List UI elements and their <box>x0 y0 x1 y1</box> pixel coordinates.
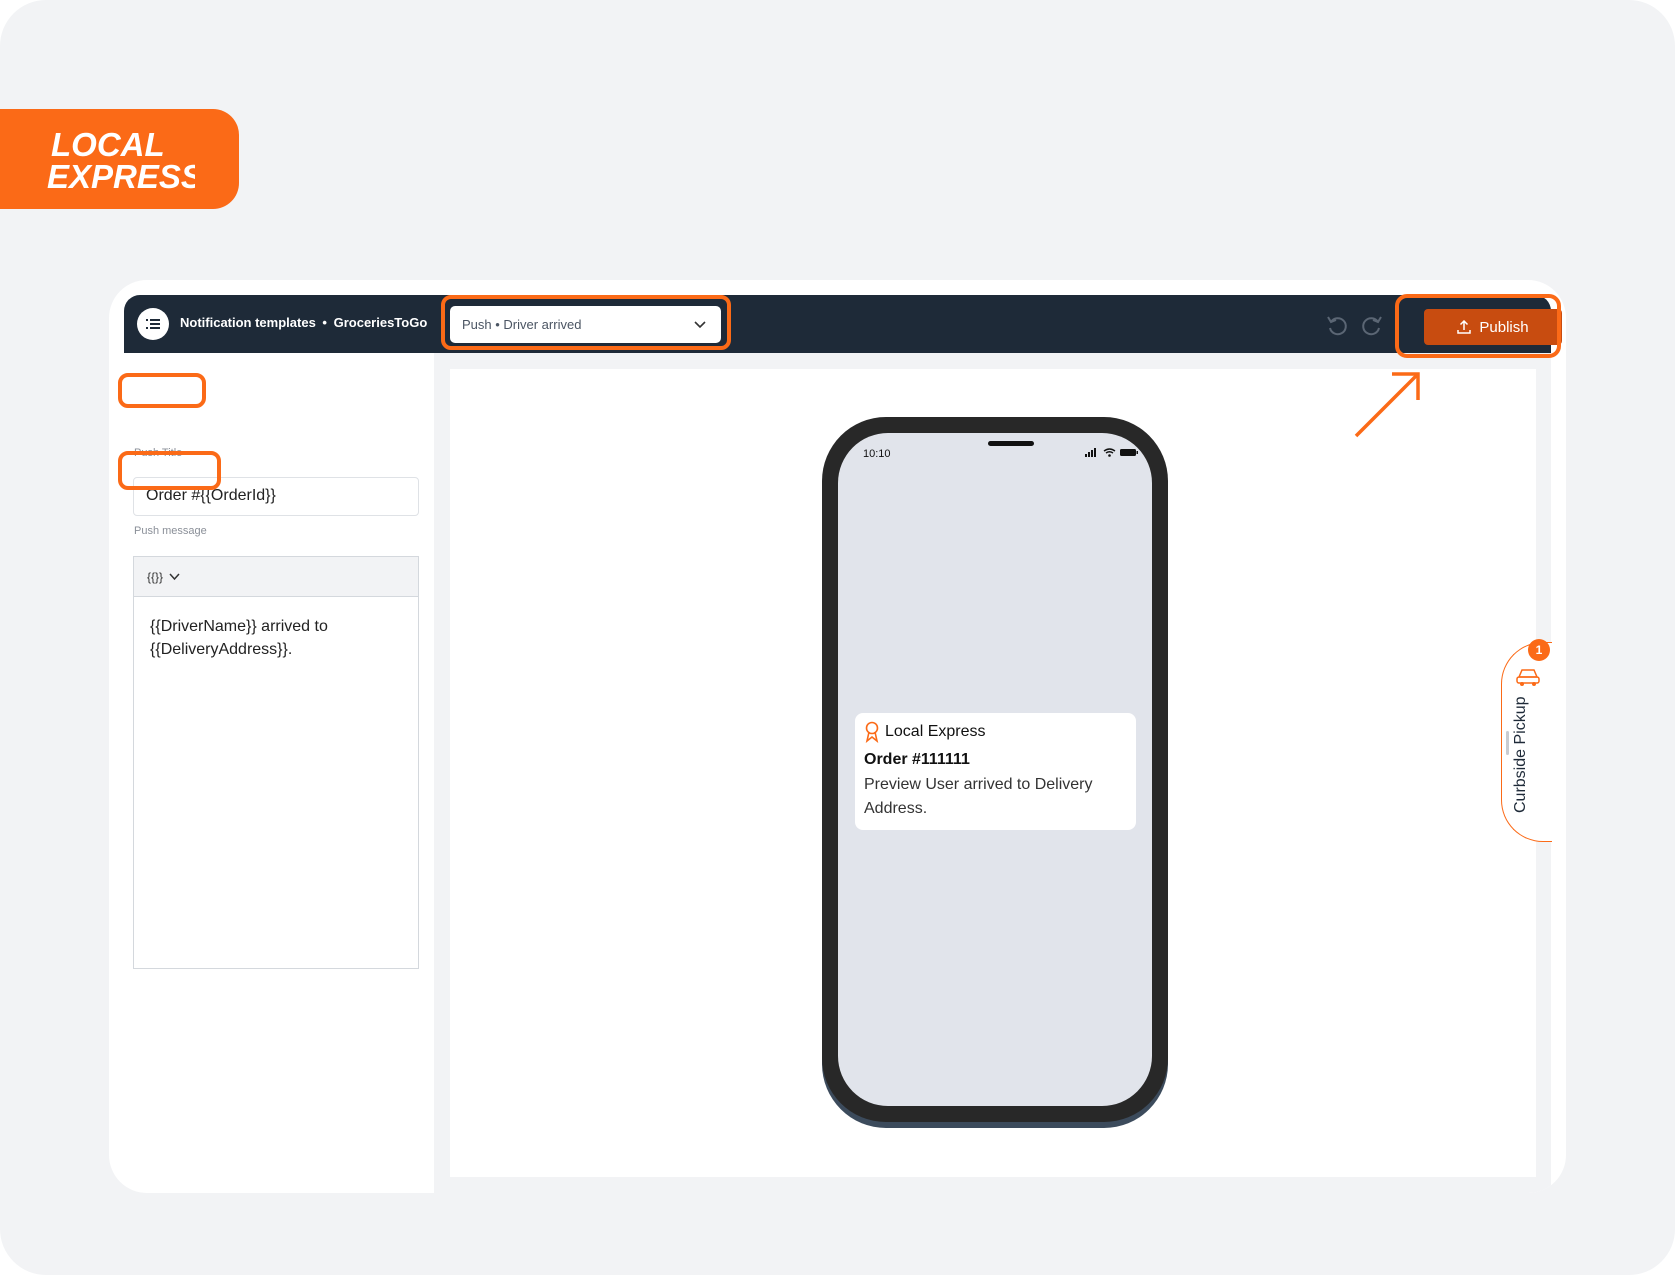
local-express-app-icon <box>865 721 879 743</box>
curbside-label: Curbside Pickup <box>1512 696 1529 814</box>
redo-icon[interactable] <box>1360 313 1384 337</box>
notification-app-name: Local Express <box>885 723 986 740</box>
status-time: 10:10 <box>863 448 891 460</box>
insert-variable-button[interactable]: {{}} <box>147 570 163 584</box>
push-message-label: Push message <box>134 525 207 537</box>
notification-title: Order #111111 <box>864 751 970 768</box>
status-icons <box>1085 448 1138 457</box>
store-name: GroceriesToGo <box>333 315 428 330</box>
battery-icon <box>1120 449 1138 456</box>
outer-card: LOCAL EXPRESS Notification templates • G… <box>0 0 1675 1275</box>
phone-speaker <box>988 441 1034 446</box>
menu-list-icon <box>146 319 160 329</box>
curbside-pickup-tab[interactable]: 1 Curbside Pickup <box>1501 639 1552 842</box>
signal-icon <box>1085 448 1096 457</box>
drag-handle[interactable] <box>1506 731 1509 755</box>
notification-body: Preview User arrived to Delivery Address… <box>864 776 1093 817</box>
wifi-icon <box>1103 448 1116 457</box>
app-bar: Notification templates • GroceriesToGo P… <box>124 295 1562 353</box>
highlight-push-message-label <box>118 451 221 490</box>
svg-text:EXPRESS: EXPRESS <box>47 158 195 195</box>
pointer-arrow-icon <box>1354 372 1420 438</box>
highlight-publish-button <box>1395 294 1561 358</box>
undo-icon[interactable] <box>1325 313 1349 337</box>
editor-toolbar: {{}} <box>134 557 418 597</box>
page-title-text: Notification templates <box>180 315 316 330</box>
push-message-editor: {{}} {{DriverName}} arrived to {{Deliver… <box>133 556 419 969</box>
chevron-down-icon[interactable] <box>169 571 180 582</box>
app-window: Notification templates • GroceriesToGo P… <box>109 280 1566 1193</box>
highlight-push-title-label <box>118 373 206 408</box>
notification-header: Local Express <box>864 721 1127 743</box>
car-icon <box>1516 669 1540 686</box>
push-message-input[interactable]: {{DriverName}} arrived to {{DeliveryAddr… <box>134 597 418 679</box>
brand-logo: LOCAL EXPRESS <box>0 109 239 209</box>
phone-screen: 10:10 Local Express Order #111111 Previe… <box>838 433 1152 1106</box>
curbside-badge: 1 <box>1528 639 1550 661</box>
push-notification-preview: Local Express Order #111111 Preview User… <box>855 713 1136 830</box>
local-express-logo: LOCAL EXPRESS <box>47 126 195 195</box>
phone-mockup: 10:10 Local Express Order #111111 Previe… <box>822 417 1168 1122</box>
title-separator: • <box>322 315 327 330</box>
page-title: Notification templates • GroceriesToGo <box>180 315 427 330</box>
highlight-template-select <box>441 295 731 350</box>
menu-button[interactable] <box>137 308 169 340</box>
